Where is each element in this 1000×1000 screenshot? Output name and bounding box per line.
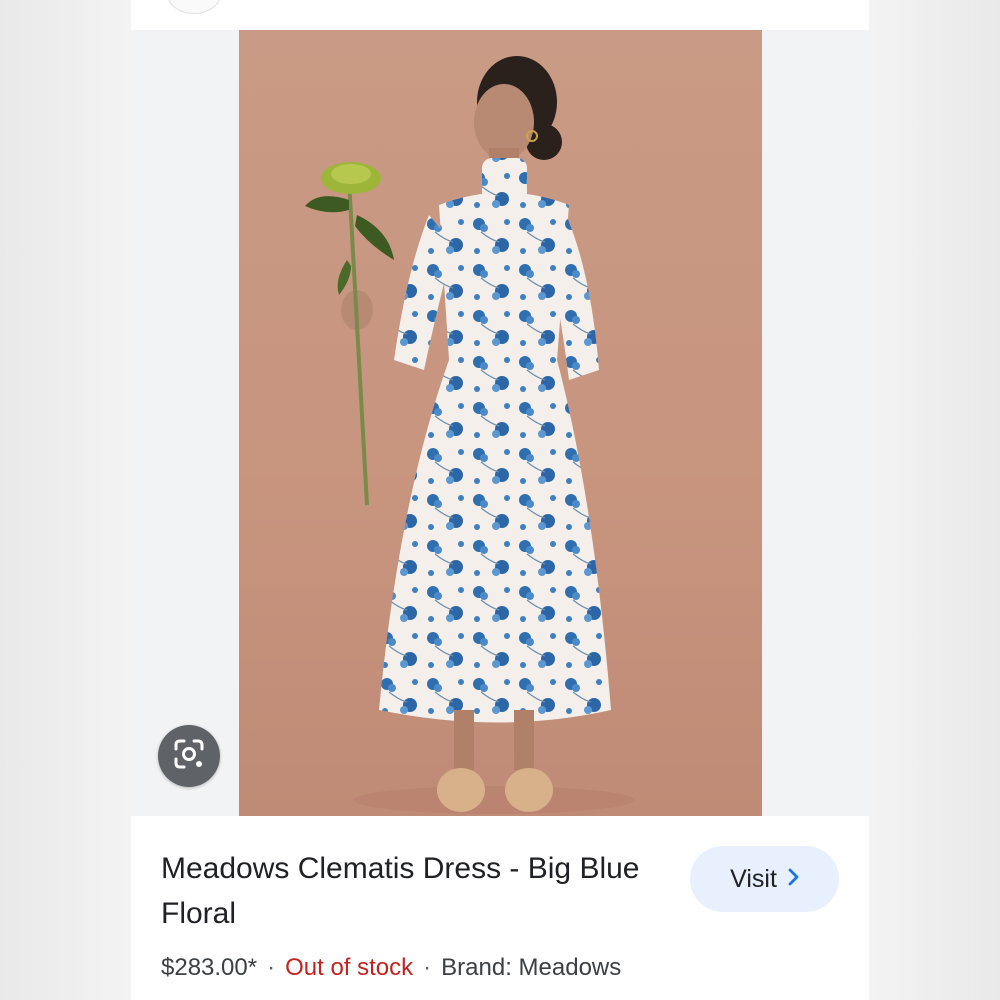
product-card: Meadows Clematis Dress - Big Blue Floral…	[131, 0, 869, 1000]
left-backdrop	[0, 0, 131, 1000]
image-viewer[interactable]	[131, 30, 869, 816]
separator-dot: ·	[267, 954, 276, 981]
visit-button[interactable]: Visit	[690, 846, 839, 912]
separator-dot: ·	[423, 954, 432, 981]
google-lens-icon	[172, 737, 206, 776]
google-lens-button[interactable]	[158, 725, 220, 787]
product-meta: $283.00* · Out of stock · Brand: Meadows	[161, 954, 621, 982]
right-backdrop	[869, 0, 1000, 1000]
price: $283.00*	[161, 954, 258, 981]
product-title[interactable]: Meadows Clematis Dress - Big Blue Floral	[161, 846, 671, 936]
product-photo[interactable]	[239, 30, 762, 816]
stock-status: Out of stock	[285, 954, 414, 981]
brand: Brand: Meadows	[441, 954, 622, 981]
chevron-right-icon	[787, 868, 799, 891]
product-photo-illustration	[305, 56, 634, 814]
visit-label: Visit	[730, 864, 777, 893]
top-strip	[131, 0, 869, 30]
top-avatar-edge[interactable]	[167, 0, 221, 14]
